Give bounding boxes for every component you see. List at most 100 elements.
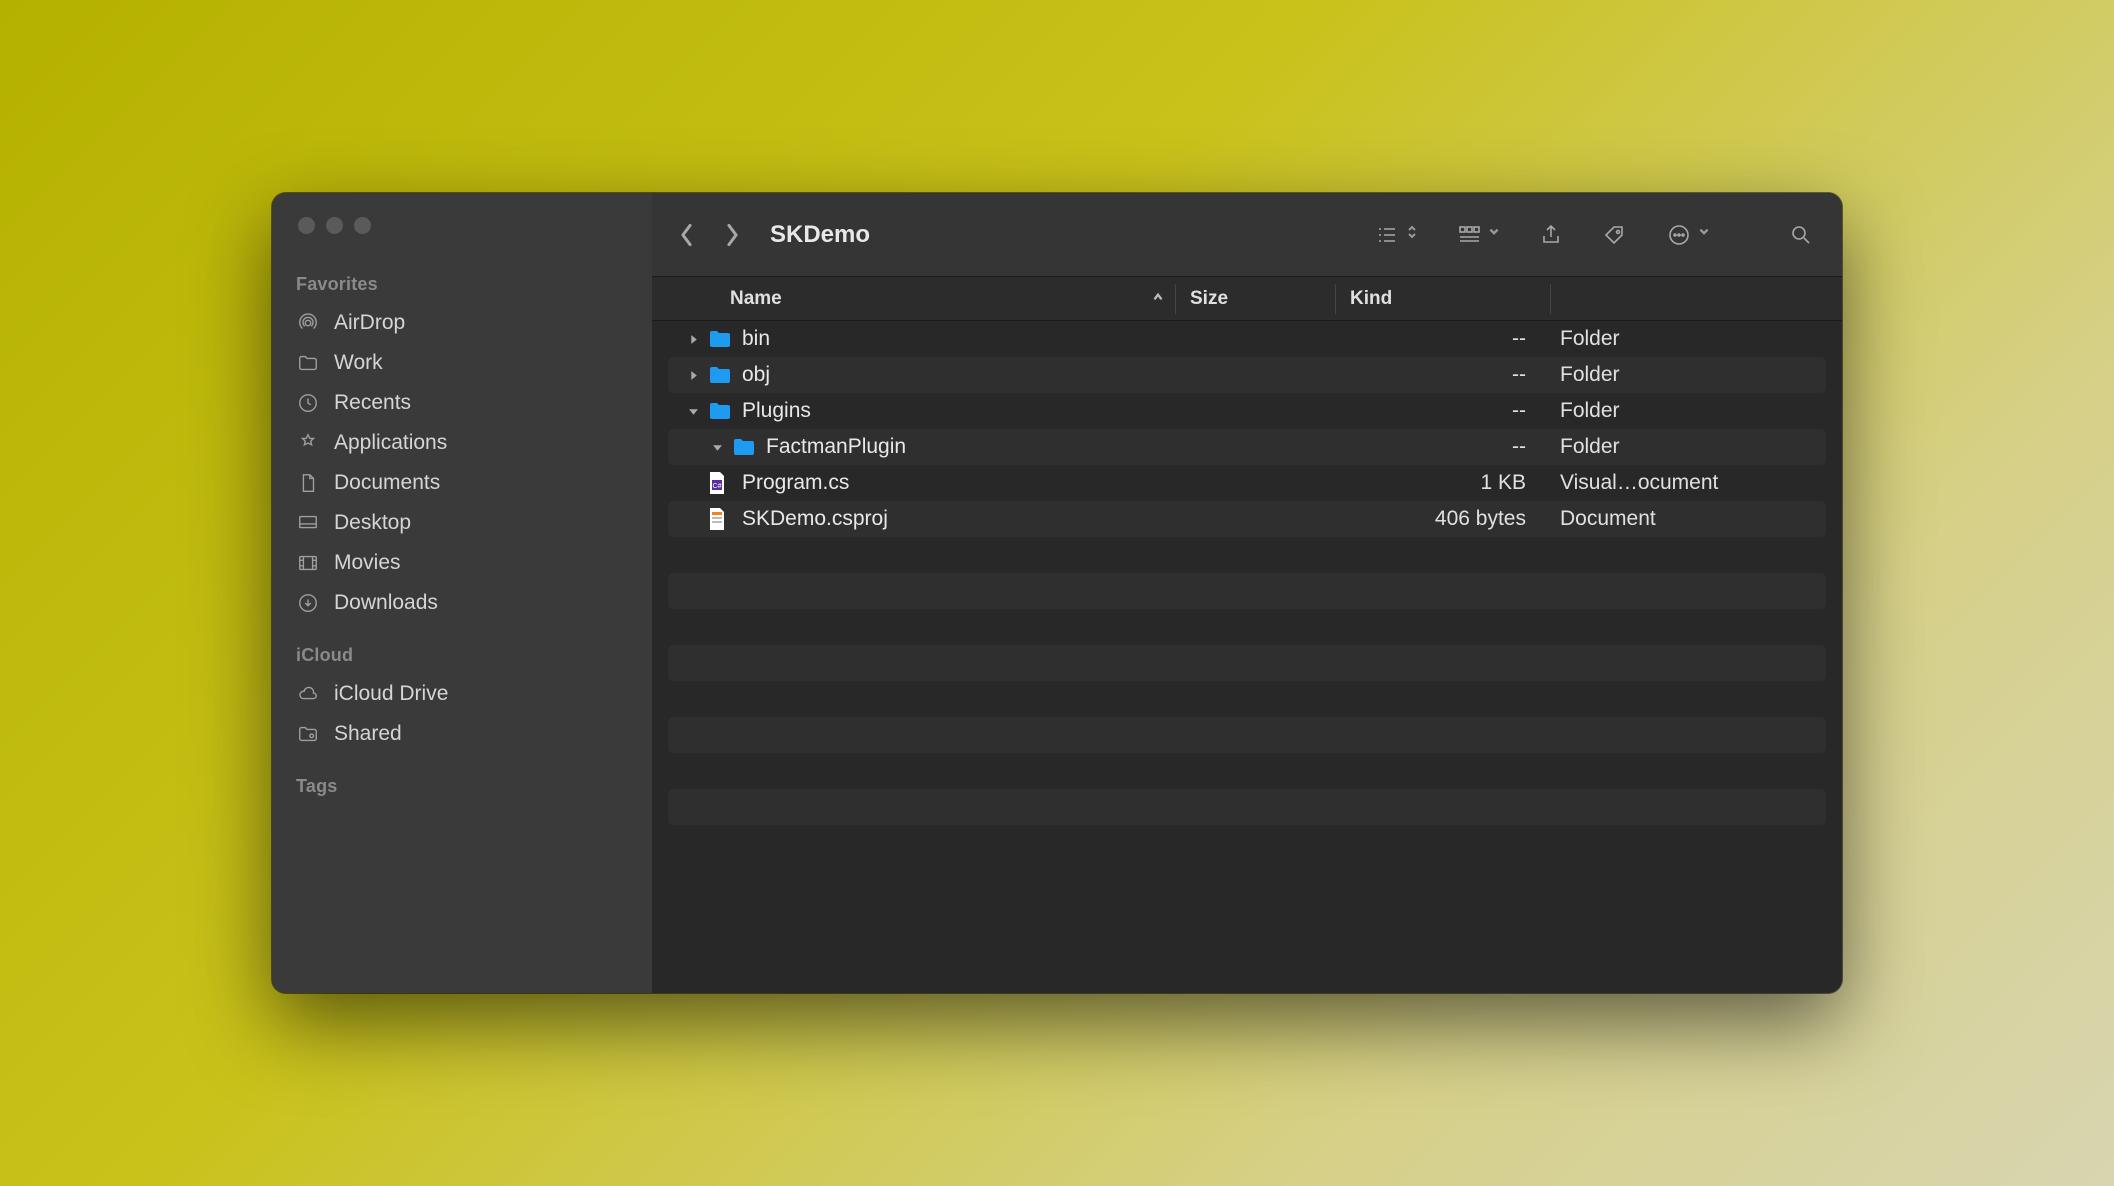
sidebar-item-label: Movies xyxy=(334,551,401,575)
minimize-button[interactable] xyxy=(326,217,343,234)
file-size: -- xyxy=(1386,435,1546,459)
finder-window: Favorites AirDrop Work Recents Applicati… xyxy=(272,193,1842,993)
folder-icon xyxy=(732,437,756,457)
file-size: 1 KB xyxy=(1386,471,1546,495)
file-kind: Folder xyxy=(1546,363,1826,387)
sidebar-item-label: Downloads xyxy=(334,591,438,615)
column-name[interactable]: Name xyxy=(652,284,1176,314)
sidebar-section-label: Favorites xyxy=(296,274,652,295)
share-button[interactable] xyxy=(1538,223,1564,247)
empty-row xyxy=(668,645,1826,681)
more-button[interactable] xyxy=(1666,223,1710,247)
main-pane: SKDemo xyxy=(652,193,1842,993)
sidebar-item-documents[interactable]: Documents xyxy=(296,463,652,503)
sidebar-item-applications[interactable]: Applications xyxy=(296,423,652,463)
sort-ascending-icon xyxy=(1151,288,1165,310)
sidebar-section-label: iCloud xyxy=(296,645,652,666)
sidebar-item-desktop[interactable]: Desktop xyxy=(296,503,652,543)
desktop-icon xyxy=(296,511,320,535)
disclosure-open-icon[interactable] xyxy=(684,406,702,417)
file-name: obj xyxy=(742,363,770,387)
disclosure-closed-icon[interactable] xyxy=(684,334,702,345)
sidebar-item-label: Recents xyxy=(334,391,411,415)
file-name: FactmanPlugin xyxy=(766,435,906,459)
sidebar-section-label: Tags xyxy=(296,776,652,797)
download-icon xyxy=(296,591,320,615)
folder-icon xyxy=(708,401,732,421)
column-label: Name xyxy=(730,288,782,310)
apps-icon xyxy=(296,431,320,455)
tags-button[interactable] xyxy=(1602,223,1628,247)
file-size: 406 bytes xyxy=(1386,507,1546,531)
file-row[interactable]: SKDemo.csproj 406 bytesDocument xyxy=(668,501,1826,537)
traffic-lights xyxy=(296,217,652,234)
chevron-updown-icon xyxy=(1406,224,1418,245)
empty-row xyxy=(668,789,1826,825)
sidebar-item-downloads[interactable]: Downloads xyxy=(296,583,652,623)
sidebar-item-airdrop[interactable]: AirDrop xyxy=(296,303,652,343)
file-kind: Folder xyxy=(1546,435,1826,459)
close-button[interactable] xyxy=(298,217,315,234)
movies-icon xyxy=(296,551,320,575)
file-kind: Folder xyxy=(1546,327,1826,351)
file-kind: Folder xyxy=(1546,399,1826,423)
folder-icon xyxy=(708,329,732,349)
file-kind: Visual…ocument xyxy=(1546,471,1826,495)
file-row[interactable]: C# Program.cs 1 KBVisual…ocument xyxy=(668,465,1826,501)
clock-icon xyxy=(296,391,320,415)
empty-row xyxy=(668,753,1826,789)
file-name: bin xyxy=(742,327,770,351)
sidebar-item-label: Work xyxy=(334,351,383,375)
file-row[interactable]: obj --Folder xyxy=(668,357,1826,393)
disclosure-closed-icon[interactable] xyxy=(684,370,702,381)
zoom-button[interactable] xyxy=(354,217,371,234)
shared-icon xyxy=(296,722,320,746)
sidebar-item-label: Shared xyxy=(334,722,402,746)
airdrop-icon xyxy=(296,311,320,335)
folder-icon xyxy=(708,365,732,385)
forward-button[interactable] xyxy=(718,215,746,255)
sidebar-item-label: AirDrop xyxy=(334,311,405,335)
disclosure-open-icon[interactable] xyxy=(708,442,726,453)
empty-row xyxy=(668,717,1826,753)
sidebar-item-work[interactable]: Work xyxy=(296,343,652,383)
file-list[interactable]: bin--Folderobj--FolderPlugins--FolderFac… xyxy=(652,321,1842,993)
sidebar: Favorites AirDrop Work Recents Applicati… xyxy=(272,193,652,993)
sidebar-item-label: Desktop xyxy=(334,511,411,535)
sidebar-item-shared[interactable]: Shared xyxy=(296,714,652,754)
xml-file-icon xyxy=(708,509,732,529)
folder-icon xyxy=(296,351,320,375)
column-label: Size xyxy=(1190,288,1228,310)
group-button[interactable] xyxy=(1456,223,1500,247)
file-size: -- xyxy=(1386,363,1546,387)
column-kind[interactable]: Kind xyxy=(1336,284,1551,314)
sidebar-item-label: Applications xyxy=(334,431,447,455)
cloud-icon xyxy=(296,682,320,706)
file-name: Plugins xyxy=(742,399,811,423)
column-label: Kind xyxy=(1350,288,1392,310)
window-title: SKDemo xyxy=(770,221,870,249)
toolbar: SKDemo xyxy=(652,193,1842,277)
view-list-button[interactable] xyxy=(1374,223,1418,247)
table-header: Name Size Kind xyxy=(652,277,1842,321)
empty-row xyxy=(668,609,1826,645)
sidebar-item-movies[interactable]: Movies xyxy=(296,543,652,583)
file-size: -- xyxy=(1386,399,1546,423)
file-name: Program.cs xyxy=(742,471,849,495)
sidebar-item-icloud-drive[interactable]: iCloud Drive xyxy=(296,674,652,714)
file-row[interactable]: Plugins --Folder xyxy=(668,393,1826,429)
empty-row xyxy=(668,537,1826,573)
sidebar-item-recents[interactable]: Recents xyxy=(296,383,652,423)
file-row[interactable]: bin --Folder xyxy=(668,321,1826,357)
empty-row xyxy=(668,681,1826,717)
file-row[interactable]: FactmanPlugin --Folder xyxy=(668,429,1826,465)
file-size: -- xyxy=(1386,327,1546,351)
search-button[interactable] xyxy=(1788,223,1814,247)
column-size[interactable]: Size xyxy=(1176,284,1336,314)
sidebar-item-label: Documents xyxy=(334,471,440,495)
back-button[interactable] xyxy=(672,215,700,255)
file-kind: Document xyxy=(1546,507,1826,531)
file-name: SKDemo.csproj xyxy=(742,507,888,531)
chevron-down-icon xyxy=(1698,224,1710,245)
svg-text:C#: C# xyxy=(713,483,722,490)
